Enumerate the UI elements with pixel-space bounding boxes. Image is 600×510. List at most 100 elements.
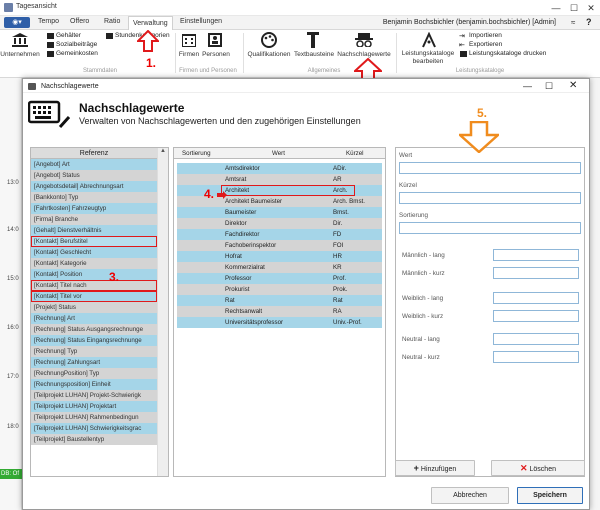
speichern-button[interactable]: Speichern bbox=[517, 487, 583, 504]
table-row[interactable]: Fachdirektor FD bbox=[177, 229, 382, 240]
table-row[interactable]: Prokurist Prok. bbox=[177, 284, 382, 295]
dialog-title: Nachschlagewerte bbox=[41, 83, 99, 90]
exportieren-button[interactable]: Exportieren bbox=[469, 41, 502, 48]
drucken-button[interactable]: Leistungskataloge drucken bbox=[469, 50, 546, 57]
help-icon[interactable]: ? bbox=[586, 17, 592, 27]
reference-item[interactable]: [Rechnungsposition] Einheit bbox=[31, 379, 157, 390]
wert-cell: Direktor bbox=[225, 220, 247, 227]
sortierung-input[interactable] bbox=[399, 222, 581, 234]
weiblich-lang-input[interactable] bbox=[493, 292, 579, 304]
dialog-maximize-button[interactable]: ☐ bbox=[545, 81, 553, 92]
reference-scrollbar[interactable]: ▲ bbox=[157, 148, 168, 476]
reference-item[interactable]: [Teilprojekt LUHAN] Rahmenbedingun bbox=[31, 412, 157, 423]
kuerzel-cell: ADir. bbox=[333, 165, 347, 172]
maennlich-kurz-label: Männlich - kurz bbox=[402, 270, 445, 277]
importieren-button[interactable]: Importieren bbox=[469, 32, 502, 39]
kuerzel-cell: Prof. bbox=[333, 275, 347, 282]
nachschlagewerte-button[interactable]: Nachschlagewerte bbox=[336, 51, 392, 58]
reference-list: Referenz [Angebot] Art [Angebot] Status [A… bbox=[30, 147, 169, 477]
abbrechen-button[interactable]: Abbrechen bbox=[431, 487, 509, 504]
reference-item[interactable]: [Gehalt] Dienstverhältnis bbox=[31, 225, 157, 236]
reference-item[interactable]: [Rechnung] Status Eingangsrechnunge bbox=[31, 335, 157, 346]
reference-item[interactable]: [Teilprojekt LUHAN] Projekt-Schwierigk bbox=[31, 390, 157, 401]
selected-row-highlight bbox=[221, 185, 355, 196]
reference-item[interactable]: [Rechnung] Status Ausgangsrechnunge bbox=[31, 324, 157, 335]
scroll-up-icon[interactable]: ▲ bbox=[158, 148, 168, 154]
dialog-minimize-button[interactable]: — bbox=[523, 81, 532, 91]
wert-input[interactable] bbox=[399, 162, 581, 174]
reference-item[interactable]: [Kontakt] Kategorie bbox=[31, 258, 157, 269]
weiblich-kurz-input[interactable] bbox=[493, 310, 579, 322]
time-label: 15:0 bbox=[7, 276, 19, 282]
reference-item[interactable]: [Bankkonto] Typ bbox=[31, 192, 157, 203]
tab-verwaltung[interactable]: Verwaltung bbox=[128, 16, 173, 30]
reference-item[interactable]: [RechnungPosition] Typ bbox=[31, 368, 157, 379]
table-row[interactable]: Amtsrat AR bbox=[177, 174, 382, 185]
dialog-close-button[interactable]: ✕ bbox=[569, 80, 577, 91]
reference-item[interactable]: [Angebotsdetail] Abrechnungsart bbox=[31, 181, 157, 192]
reference-item[interactable]: [Kontakt] Berufstitel bbox=[31, 236, 157, 247]
salary-icon bbox=[47, 33, 54, 39]
personen-button[interactable]: Personen bbox=[202, 51, 230, 58]
reference-item[interactable]: [Rechnung] Zahlungsart bbox=[31, 357, 157, 368]
tab-offero[interactable]: Offero bbox=[70, 18, 89, 25]
wert-cell: Amtsrat bbox=[225, 176, 247, 183]
table-row[interactable]: Hofrat HR bbox=[177, 251, 382, 262]
column-wert[interactable]: Wert bbox=[272, 148, 285, 159]
wert-cell: Fachdirektor bbox=[225, 231, 260, 238]
reference-item[interactable]: [Kontakt] Titel vor bbox=[31, 291, 157, 302]
tab-ratio[interactable]: Ratio bbox=[104, 18, 120, 25]
kuerzel-cell: Univ.-Prof. bbox=[333, 319, 362, 326]
home-menu-button[interactable]: ◉▾ bbox=[4, 17, 30, 28]
leistungskataloge-button[interactable]: Leistungskataloge bbox=[398, 50, 458, 57]
reference-item[interactable]: [Fahrtkosten] Fahrzeugtyp bbox=[31, 203, 157, 214]
reference-item[interactable]: [Teilprojekt LUHAN] Projektart bbox=[31, 401, 157, 412]
neutral-lang-input[interactable] bbox=[493, 333, 579, 345]
tab-einstellungen[interactable]: Einstellungen bbox=[180, 18, 222, 25]
gemeinkosten-button[interactable]: Gemeinkosten bbox=[56, 50, 98, 57]
firmen-button[interactable]: Firmen bbox=[176, 51, 202, 58]
reference-item[interactable]: [Rechnung] Typ bbox=[31, 346, 157, 357]
maximize-button[interactable]: ☐ bbox=[566, 2, 582, 14]
unternehmen-button[interactable]: Unternehmen bbox=[0, 51, 40, 58]
hinzufuegen-button[interactable]: + Hinzufügen bbox=[395, 460, 475, 476]
column-sortierung[interactable]: Sortierung bbox=[182, 148, 211, 159]
table-row[interactable]: Baumeister Bmst. bbox=[177, 207, 382, 218]
dialog-app-icon bbox=[28, 83, 36, 90]
table-row[interactable]: Direktor Dir. bbox=[177, 218, 382, 229]
reference-item[interactable]: [Kontakt] Geschlecht bbox=[31, 247, 157, 258]
textbausteine-button[interactable]: Textbausteine bbox=[294, 51, 334, 58]
column-kuerzel[interactable]: Kürzel bbox=[346, 148, 364, 159]
table-row[interactable]: Rechtsanwalt RA bbox=[177, 306, 382, 317]
minimize-button[interactable]: — bbox=[548, 2, 564, 14]
maennlich-lang-input[interactable] bbox=[493, 249, 579, 261]
table-row[interactable]: Professor Prof. bbox=[177, 273, 382, 284]
table-row[interactable]: Fachoberinspektor FOI bbox=[177, 240, 382, 251]
collapse-ribbon-icon[interactable]: ≈ bbox=[571, 18, 575, 27]
reference-item[interactable]: [Kontakt] Titel nach bbox=[31, 280, 157, 291]
reference-item[interactable]: [Angebot] Art bbox=[31, 159, 157, 170]
reference-column-header[interactable]: Referenz bbox=[31, 148, 157, 159]
table-row[interactable]: Amtsdirektor ADir. bbox=[177, 163, 382, 174]
reference-item[interactable]: [Angebot] Status bbox=[31, 170, 157, 181]
qualifikationen-button[interactable]: Qualifikationen bbox=[244, 51, 294, 58]
tab-tempo[interactable]: Tempo bbox=[38, 18, 59, 25]
table-row[interactable]: Kommerzialrat KR bbox=[177, 262, 382, 273]
sozialbeitraege-button[interactable]: Sozialbeiträge bbox=[56, 41, 97, 48]
neutral-kurz-input[interactable] bbox=[493, 351, 579, 363]
reference-item[interactable]: [Teilprojekt] Baustellentyp bbox=[31, 434, 157, 445]
reference-item[interactable]: [Projekt] Status bbox=[31, 302, 157, 313]
close-button[interactable]: ✕ bbox=[583, 2, 599, 14]
table-row[interactable]: Universitätsprofessor Univ.-Prof. bbox=[177, 317, 382, 328]
gehaelter-button[interactable]: Gehälter bbox=[56, 32, 81, 39]
loeschen-button[interactable]: ✕ Löschen bbox=[491, 460, 585, 476]
table-row[interactable]: Rat Rat bbox=[177, 295, 382, 306]
kuerzel-input[interactable] bbox=[399, 192, 581, 204]
maennlich-kurz-input[interactable] bbox=[493, 267, 579, 279]
reference-item[interactable]: [Firma] Branche bbox=[31, 214, 157, 225]
user-info: Benjamin Bochsbichler (benjamin.bochsbic… bbox=[382, 19, 556, 26]
reference-item[interactable]: [Rechnung] Art bbox=[31, 313, 157, 324]
reference-item[interactable]: [Kontakt] Position bbox=[31, 269, 157, 280]
dialog-header-subtitle: Verwalten von Nachschlagewerten und den … bbox=[79, 116, 361, 126]
reference-item[interactable]: [Teilprojekt LUHAN] Schwierigkeitsgrac bbox=[31, 423, 157, 434]
